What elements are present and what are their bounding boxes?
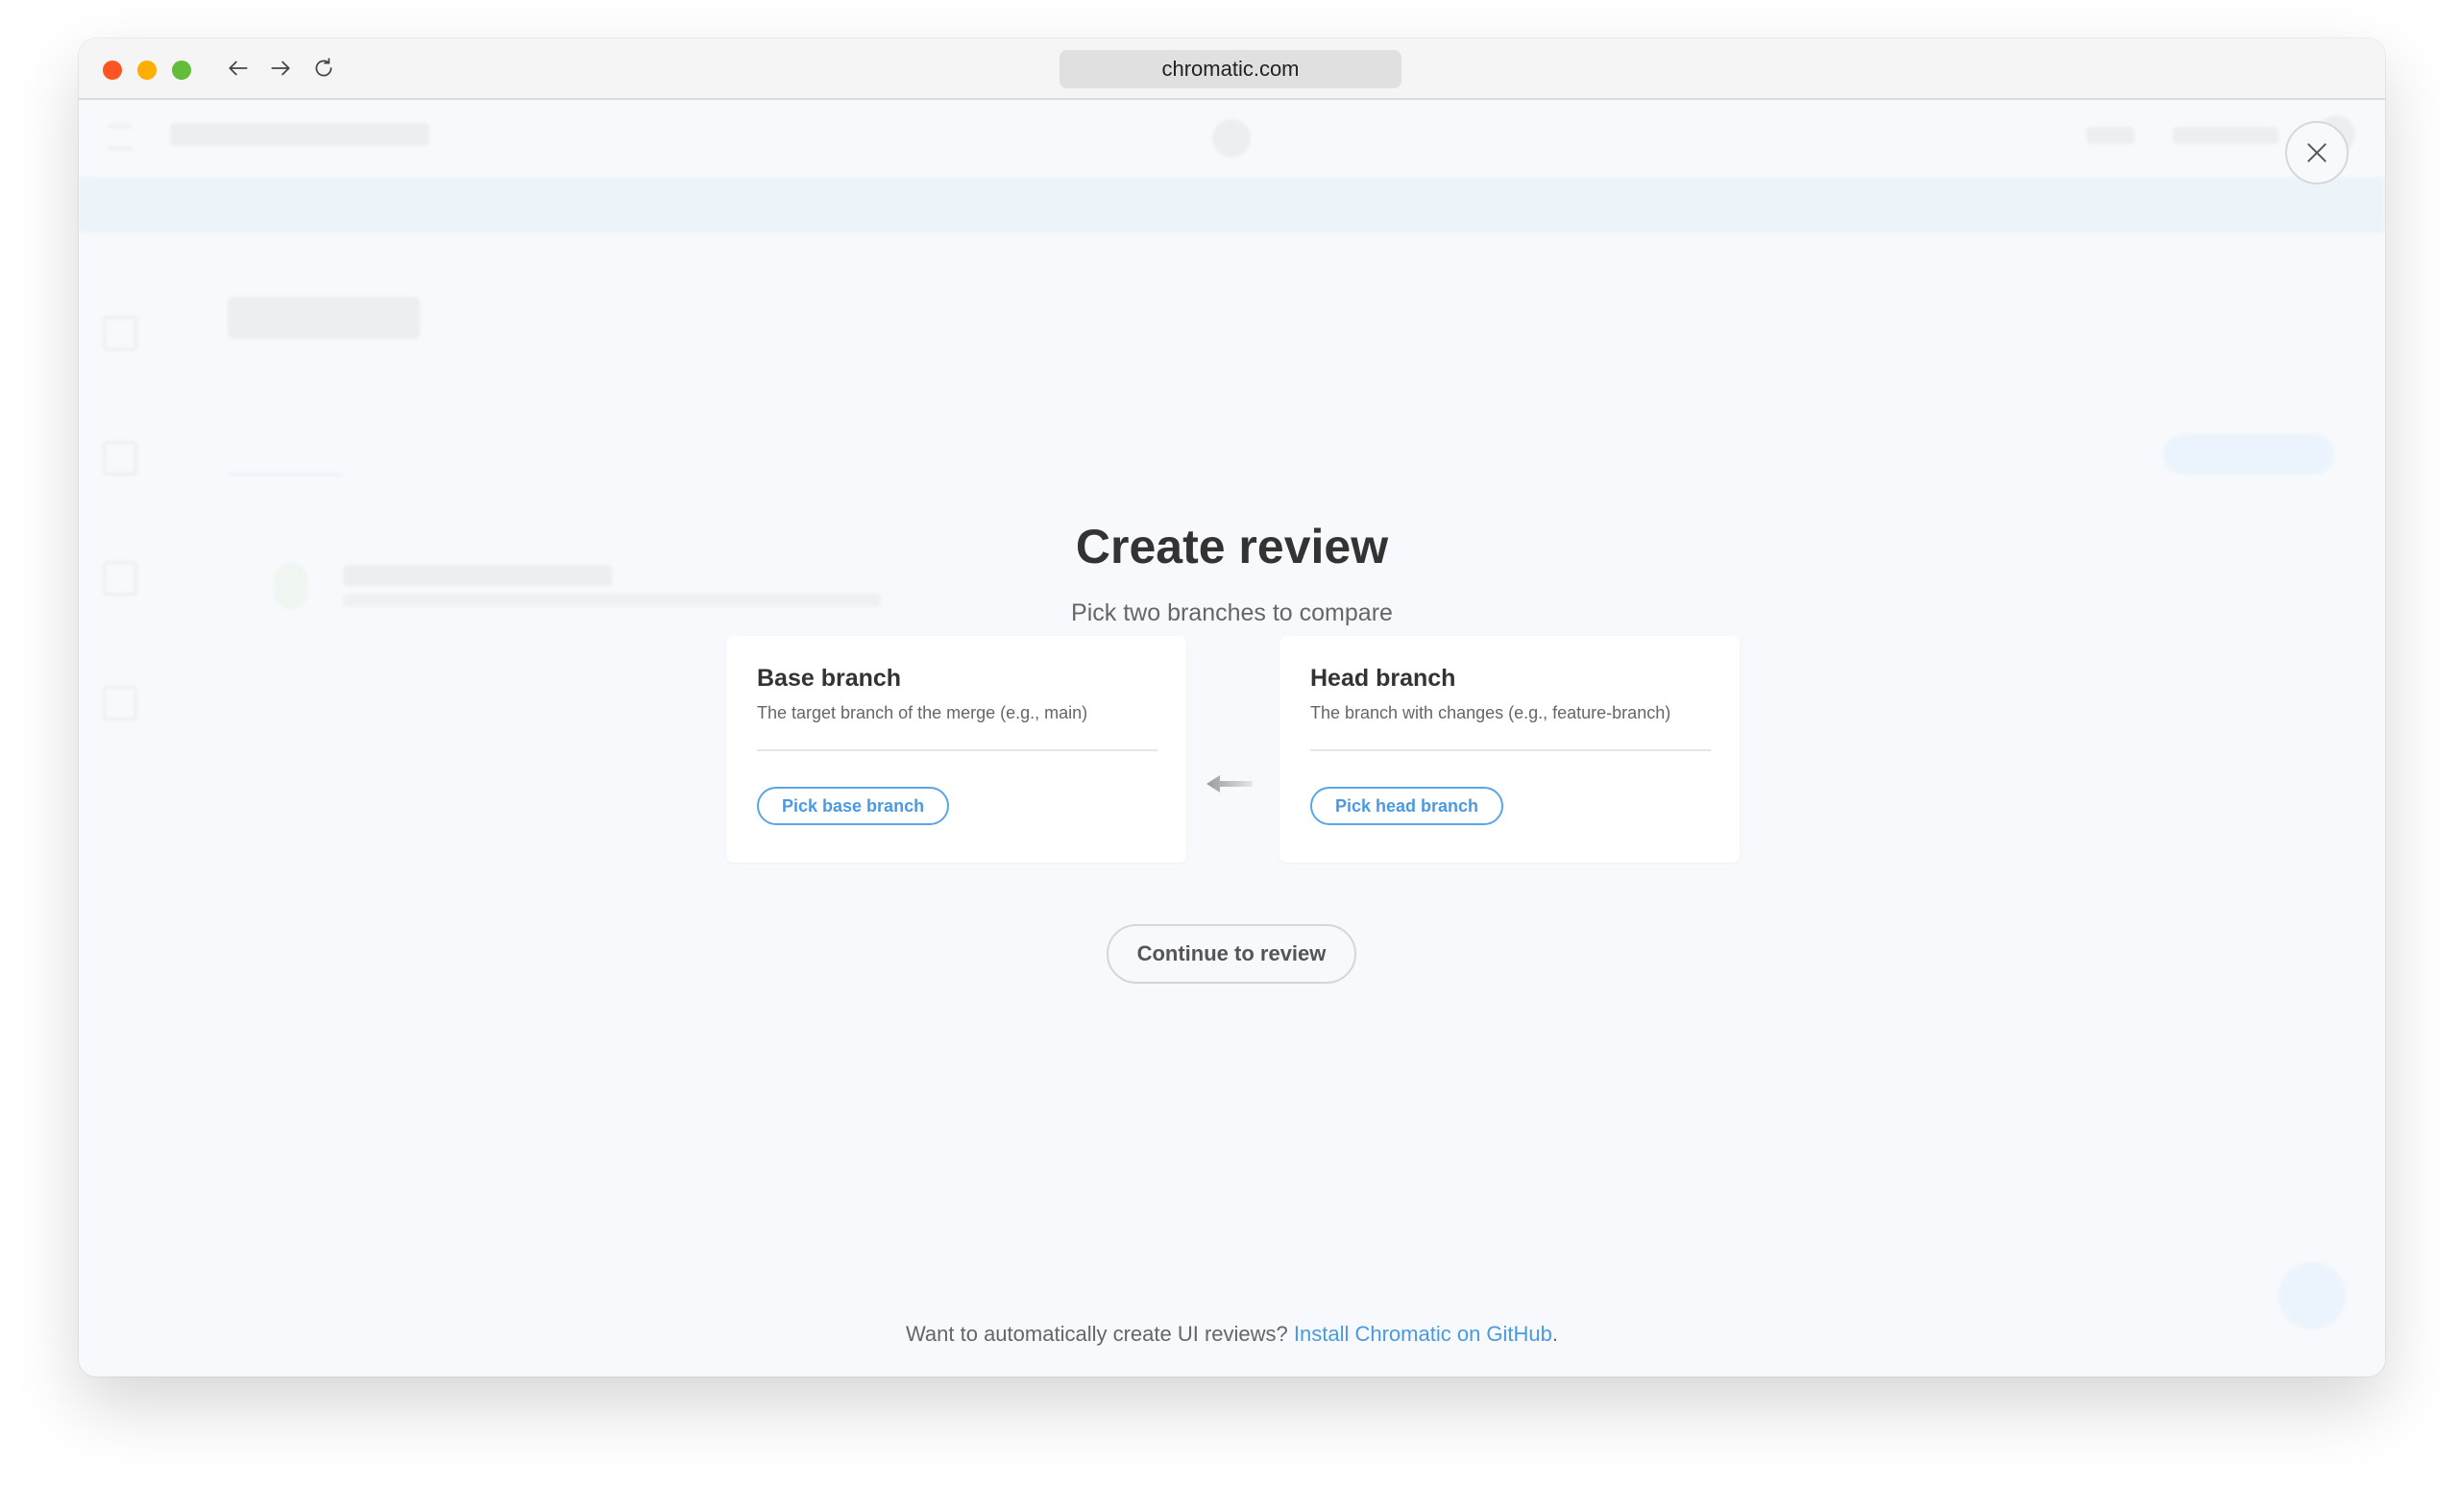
browser-window: chromatic.com Create review Pick two bra… — [79, 38, 2385, 1377]
arrow-left-icon — [1206, 773, 1253, 794]
background-banner — [79, 177, 2385, 232]
background-help-button — [2278, 1262, 2346, 1329]
close-icon — [2304, 140, 2329, 165]
divider — [1310, 749, 1711, 751]
sidebar-icon — [103, 316, 137, 351]
logo-icon — [1212, 119, 1251, 158]
menu-icon — [108, 125, 133, 150]
sidebar-icon — [103, 441, 137, 476]
base-branch-card: Base branch The target branch of the mer… — [726, 636, 1186, 863]
head-branch-card: Head branch The branch with changes (e.g… — [1279, 636, 1740, 863]
background-page-title — [228, 297, 420, 339]
close-modal-button[interactable] — [2285, 121, 2349, 184]
window-minimize-control[interactable] — [137, 61, 157, 80]
background-breadcrumb — [170, 123, 429, 146]
footer-period: . — [1552, 1322, 1558, 1346]
back-arrow-icon[interactable] — [222, 52, 255, 85]
install-github-link[interactable]: Install Chromatic on GitHub — [1294, 1322, 1552, 1346]
base-branch-description: The target branch of the merge (e.g., ma… — [757, 703, 1087, 723]
sidebar-icon — [103, 686, 137, 720]
url-bar[interactable]: chromatic.com — [1060, 50, 1401, 88]
footer-text: Want to automatically create UI reviews? — [906, 1322, 1288, 1346]
pick-head-branch-button[interactable]: Pick head branch — [1310, 787, 1503, 825]
background-header — [79, 100, 2385, 177]
head-branch-description: The branch with changes (e.g., feature-b… — [1310, 703, 1670, 723]
base-branch-title: Base branch — [757, 665, 901, 693]
continue-to-review-button[interactable]: Continue to review — [1107, 924, 1356, 984]
forward-arrow-icon[interactable] — [264, 52, 297, 85]
background-new-review-button — [2163, 434, 2334, 475]
divider — [757, 749, 1157, 751]
window-close-control[interactable] — [103, 61, 122, 80]
window-maximize-control[interactable] — [172, 61, 191, 80]
modal-title: Create review — [79, 519, 2385, 574]
background-app — [79, 100, 2385, 1377]
pick-base-branch-button[interactable]: Pick base branch — [757, 787, 949, 825]
footer-note: Want to automatically create UI reviews?… — [79, 1322, 2385, 1347]
background-nav-link — [2173, 127, 2278, 144]
modal-subtitle: Pick two branches to compare — [79, 599, 2385, 627]
browser-titlebar: chromatic.com — [79, 38, 2385, 100]
background-tab-indicator — [228, 473, 343, 476]
background-nav-link — [2086, 127, 2134, 144]
head-branch-title: Head branch — [1310, 665, 1455, 693]
reload-icon[interactable] — [307, 52, 340, 85]
